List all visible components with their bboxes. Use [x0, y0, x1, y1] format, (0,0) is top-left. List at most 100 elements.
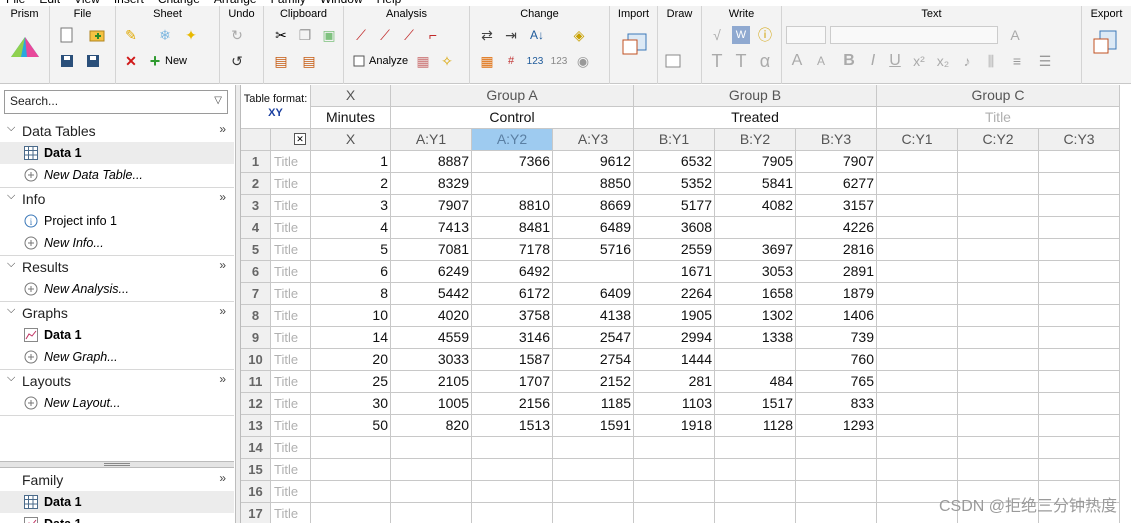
- table-cell[interactable]: 6492: [472, 261, 553, 283]
- fit-curve-icon[interactable]: ⟋: [352, 26, 370, 44]
- undo-icon[interactable]: ↺: [228, 52, 246, 70]
- redo-icon[interactable]: ↻: [228, 26, 246, 44]
- x-value-cell[interactable]: 1: [311, 151, 391, 173]
- expand-more-icon[interactable]: »: [219, 190, 226, 204]
- table-cell[interactable]: [715, 459, 796, 481]
- table-cell[interactable]: 8669: [553, 195, 634, 217]
- shrink-font-icon[interactable]: A: [812, 52, 830, 70]
- clear-format-icon[interactable]: 123: [550, 52, 568, 70]
- table-cell[interactable]: 3157: [796, 195, 877, 217]
- table-cell[interactable]: 4226: [796, 217, 877, 239]
- save-icon[interactable]: [58, 52, 76, 70]
- table-analysis-icon[interactable]: ▦: [414, 52, 432, 70]
- x-value-cell[interactable]: 14: [311, 327, 391, 349]
- table-cell[interactable]: [958, 151, 1039, 173]
- y-column-header[interactable]: C:Y1: [877, 129, 958, 151]
- nav-section-header[interactable]: ⌵ Data Tables »: [0, 120, 234, 142]
- table-cell[interactable]: 2994: [634, 327, 715, 349]
- chevron-down-icon[interactable]: ⌵: [7, 190, 15, 203]
- table-cell[interactable]: [958, 217, 1039, 239]
- fill-color-icon[interactable]: ◈: [570, 26, 588, 44]
- table-cell[interactable]: 2152: [553, 371, 634, 393]
- subscript-icon[interactable]: x₂: [934, 52, 952, 70]
- table-cell[interactable]: 1444: [634, 349, 715, 371]
- data-set-title[interactable]: Control: [391, 107, 634, 129]
- row-number[interactable]: 8: [241, 305, 271, 327]
- table-cell[interactable]: 760: [796, 349, 877, 371]
- data-set-group-header[interactable]: Group C: [877, 85, 1120, 107]
- line-spacing-icon[interactable]: ☰: [1036, 52, 1054, 70]
- nav-section-header[interactable]: ⌵ Info »: [0, 188, 234, 210]
- swap-icon[interactable]: ⇄: [478, 26, 496, 44]
- x-value-cell[interactable]: 8: [311, 283, 391, 305]
- table-cell[interactable]: [391, 481, 472, 503]
- table-cell[interactable]: 8329: [391, 173, 472, 195]
- y-column-header[interactable]: B:Y2: [715, 129, 796, 151]
- color-scheme-icon[interactable]: ◉: [574, 52, 592, 70]
- new-sheet-icon[interactable]: +: [146, 51, 164, 71]
- paste-icon[interactable]: ▤: [272, 52, 290, 70]
- open-file-icon[interactable]: [88, 26, 106, 44]
- x-value-cell[interactable]: 10: [311, 305, 391, 327]
- word-icon[interactable]: W: [732, 26, 750, 44]
- nav-new-item[interactable]: New Data Table...: [0, 164, 234, 186]
- table-cell[interactable]: 8810: [472, 195, 553, 217]
- table-cell[interactable]: [634, 481, 715, 503]
- row-number[interactable]: 3: [241, 195, 271, 217]
- decimal-icon[interactable]: 123: [526, 52, 544, 70]
- text-box-icon[interactable]: T: [732, 51, 750, 71]
- table-cell[interactable]: 3697: [715, 239, 796, 261]
- table-cell[interactable]: 8481: [472, 217, 553, 239]
- chevron-down-icon[interactable]: ⌵: [7, 372, 15, 385]
- table-cell[interactable]: [877, 349, 958, 371]
- row-title-cell[interactable]: Title: [271, 305, 311, 327]
- snowflake-icon[interactable]: ❄: [156, 26, 174, 44]
- table-cell[interactable]: [877, 415, 958, 437]
- table-cell[interactable]: 1671: [634, 261, 715, 283]
- table-format-cell[interactable]: Table format: XY: [241, 85, 311, 129]
- font-name-select[interactable]: [830, 26, 998, 44]
- navigator-splitter[interactable]: [0, 461, 234, 468]
- table-cell[interactable]: [877, 239, 958, 261]
- row-title-cell[interactable]: Title: [271, 503, 311, 523]
- table-cell[interactable]: 7907: [391, 195, 472, 217]
- table-cell[interactable]: 1406: [796, 305, 877, 327]
- table-cell[interactable]: 281: [634, 371, 715, 393]
- survival-icon[interactable]: ⌐: [424, 26, 442, 44]
- row-number[interactable]: 10: [241, 349, 271, 371]
- analyze-icon[interactable]: [350, 52, 368, 70]
- table-cell[interactable]: 1587: [472, 349, 553, 371]
- table-cell[interactable]: [1039, 195, 1120, 217]
- table-cell[interactable]: 2816: [796, 239, 877, 261]
- nav-new-item[interactable]: New Graph...: [0, 346, 234, 368]
- row-number[interactable]: 15: [241, 459, 271, 481]
- x-value-cell[interactable]: 3: [311, 195, 391, 217]
- row-title-cell[interactable]: Title: [271, 481, 311, 503]
- table-cell[interactable]: 1879: [796, 283, 877, 305]
- search-input[interactable]: Search... ▽: [4, 90, 228, 114]
- table-cell[interactable]: [553, 459, 634, 481]
- table-cell[interactable]: [958, 349, 1039, 371]
- italic-icon[interactable]: I: [864, 52, 882, 70]
- y-column-header[interactable]: B:Y3: [796, 129, 877, 151]
- table-cell[interactable]: 9612: [553, 151, 634, 173]
- table-cell[interactable]: [796, 503, 877, 523]
- table-cell[interactable]: [877, 437, 958, 459]
- paste-options-icon[interactable]: ▤: [300, 52, 318, 70]
- table-cell[interactable]: [958, 327, 1039, 349]
- row-number[interactable]: 4: [241, 217, 271, 239]
- x-value-cell[interactable]: 4: [311, 217, 391, 239]
- table-cell[interactable]: [1039, 173, 1120, 195]
- table-cell[interactable]: [391, 437, 472, 459]
- table-cell[interactable]: 833: [796, 393, 877, 415]
- table-cell[interactable]: 3033: [391, 349, 472, 371]
- table-cell[interactable]: 4559: [391, 327, 472, 349]
- table-cell[interactable]: 1185: [553, 393, 634, 415]
- table-cell[interactable]: 5352: [634, 173, 715, 195]
- x-value-cell[interactable]: 5: [311, 239, 391, 261]
- table-cell[interactable]: 7413: [391, 217, 472, 239]
- table-cell[interactable]: 4020: [391, 305, 472, 327]
- expand-more-icon[interactable]: »: [219, 304, 226, 318]
- table-cell[interactable]: 6172: [472, 283, 553, 305]
- table-cell[interactable]: 2559: [634, 239, 715, 261]
